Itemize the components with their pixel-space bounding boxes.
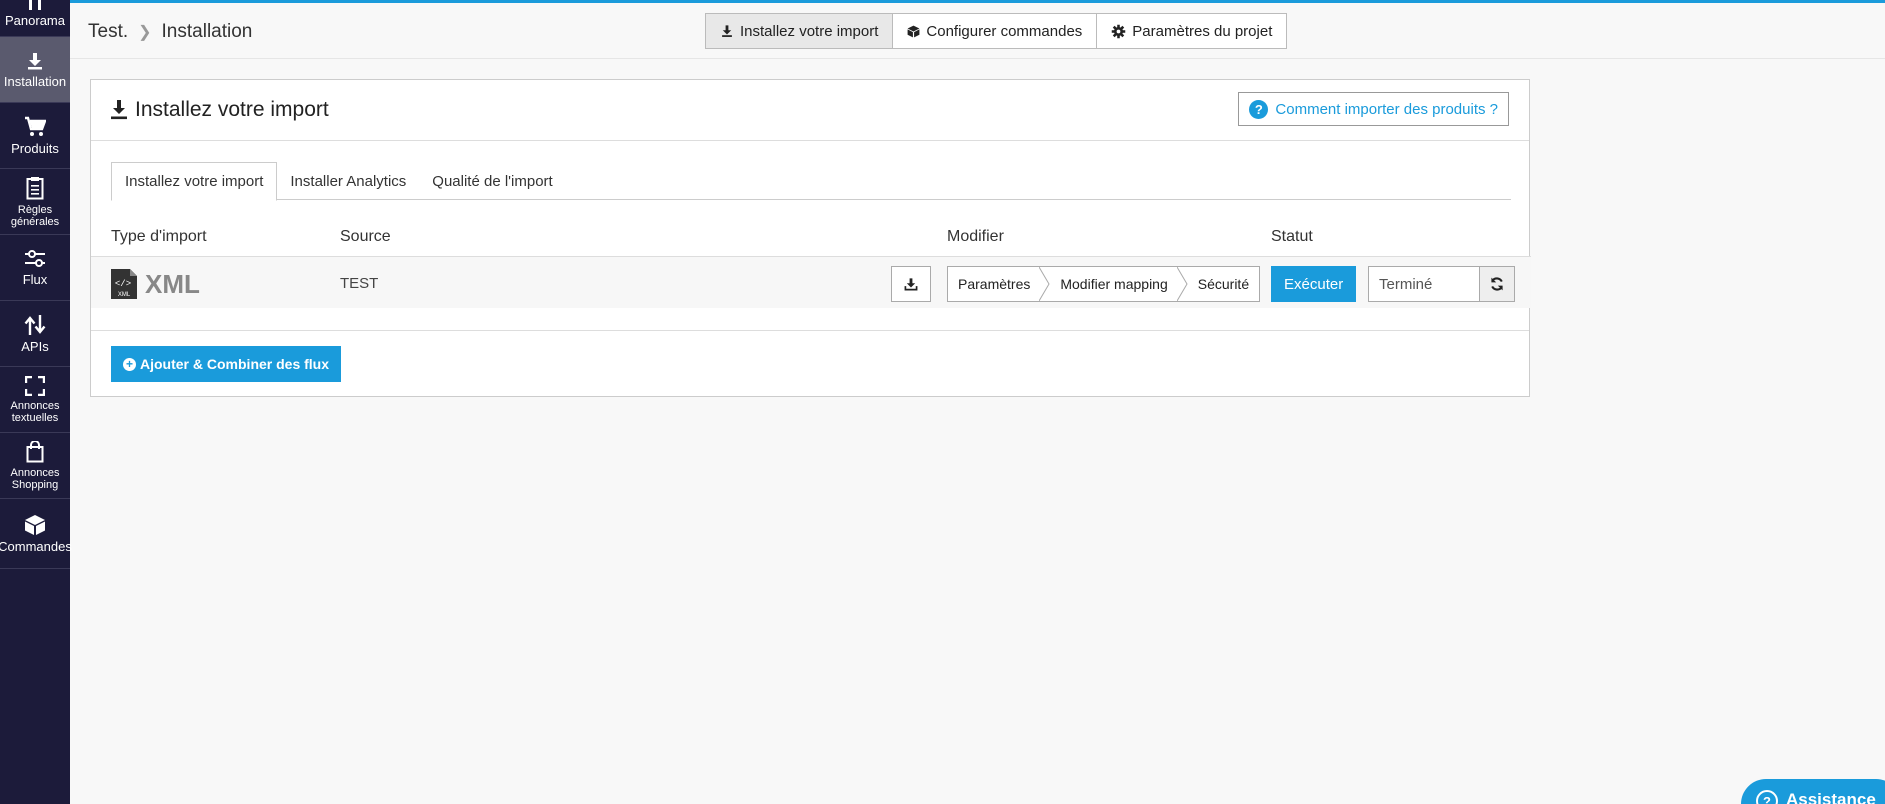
step-divider [1176,267,1188,301]
sliders-icon [25,250,45,267]
step-label: Modifier mapping [1060,276,1168,292]
sidebar-item-label: Commandes [0,539,72,554]
tab-installez-votre-import[interactable]: Installez votre import [705,13,894,49]
tab-installez-votre-import-inner[interactable]: Installez votre import [111,162,278,201]
sidebar-item-label: Annonces Shopping [10,466,60,491]
tab-configurer-commandes[interactable]: Configurer commandes [892,13,1098,49]
panel-footer-divider [91,330,1529,331]
import-type: XML [145,269,200,299]
sidebar-item-apis[interactable]: APIs [0,301,70,367]
download-icon [111,100,127,120]
status-field[interactable] [1368,266,1480,302]
sidebar-item-installation[interactable]: Installation [0,37,70,103]
breadcrumb-current: Installation [161,21,253,42]
panel-title: Installez votre import [109,98,329,122]
step-label: Sécurité [1197,276,1250,292]
step-parametres[interactable]: Paramètres [948,267,1050,301]
sidebar-item-label: Installation [3,74,67,89]
tab-label: Paramètres du projet [1132,22,1273,40]
question-icon: ? [1249,99,1269,119]
sidebar-item-flux[interactable]: Flux [0,235,70,301]
box-icon [907,25,920,37]
assistance-button[interactable]: ? Assistance [1741,779,1885,804]
add-combine-label: Ajouter & Combiner des flux [140,356,330,372]
sidebar-item-annonces-textuelles[interactable]: Annonces textuelles [0,367,70,433]
sidebar-item-panorama[interactable]: Panorama [0,0,70,37]
execute-button[interactable]: Exécuter [1271,266,1357,302]
page-header: Test. ❯ Installation Installez votre imp… [70,3,1885,59]
step-divider [1039,267,1050,301]
column-header-type: Type d'import [111,228,207,245]
download-button[interactable] [891,266,931,302]
tab-label: Installez votre import [740,22,879,40]
step-modifier-mapping[interactable]: Modifier mapping [1040,267,1188,301]
sidebar: Panorama Installation Produits Règles gé… [0,0,72,804]
chevron-right-icon: ❯ [138,24,152,41]
tab-label: Configurer commandes [926,22,1083,40]
table-row: </> XML XML TEST Paramètres Modifier map… [91,256,1531,308]
sidebar-item-label: Règles générales [10,203,60,228]
arrows-updown-icon [24,315,46,335]
download-icon [28,53,42,70]
sidebar-item-label: Annonces textuelles [10,399,60,424]
tab-installer-analytics[interactable]: Installer Analytics [277,162,419,200]
tab-parametres-du-projet[interactable]: Paramètres du projet [1096,13,1288,49]
chart-icon [29,0,41,10]
modify-steps: Paramètres Modifier mapping Sécurité [947,266,1261,302]
add-combine-flux-button[interactable]: + Ajouter & Combiner des flux [111,346,342,382]
install-panel: Installez votre import ? Comment importe… [90,79,1531,397]
sidebar-item-commandes[interactable]: Commandes [0,499,72,569]
download-icon [904,278,918,291]
tab-qualite-import[interactable]: Qualité de l'import [419,162,565,200]
shopping-bag-icon [26,440,44,462]
cart-icon [25,116,46,136]
sidebar-item-label: APIs [21,339,49,354]
download-icon [722,25,732,37]
breadcrumb: Test. ❯ Installation [88,21,252,43]
column-header-modify: Modifier [947,228,1004,245]
column-header-source: Source [340,228,391,245]
panel-title-text: Installez votre import [135,98,329,121]
refresh-button[interactable] [1479,266,1515,302]
panel-header: Installez votre import ? Comment importe… [91,80,1529,141]
help-import-button[interactable]: ? Comment importer des produits ? [1238,92,1509,126]
svg-text:</>: </> [115,279,131,289]
breadcrumb-project[interactable]: Test. [88,21,128,43]
sidebar-item-label: Panorama [5,12,65,28]
gear-icon [1112,24,1126,38]
clipboard-icon [26,176,44,199]
step-securite[interactable]: Sécurité [1178,267,1259,301]
xml-file-icon: </> XML [111,269,137,299]
sidebar-item-regles-generales[interactable]: Règles générales [0,169,70,235]
plus-circle-icon: + [123,357,136,371]
step-label: Paramètres [958,276,1031,292]
box-icon [25,515,45,535]
assistance-label: Assistance [1786,790,1876,804]
sidebar-item-label: Produits [11,141,59,156]
sidebar-item-label: Flux [22,272,48,287]
panel-tabs: Installez votre import Installer Analyti… [111,162,1511,201]
refresh-icon [1491,277,1503,291]
question-icon: ? [1756,790,1778,804]
header-tabs: Installez votre import Configurer comman… [705,13,1288,49]
sidebar-item-annonces-shopping[interactable]: Annonces Shopping [0,433,70,499]
help-import-label: Comment importer des produits ? [1275,100,1498,118]
xml-badge-text: XML [118,292,131,298]
column-header-status: Statut [1271,228,1313,245]
expand-icon [25,375,45,396]
import-source: TEST [340,275,379,292]
sidebar-item-produits[interactable]: Produits [0,103,70,169]
